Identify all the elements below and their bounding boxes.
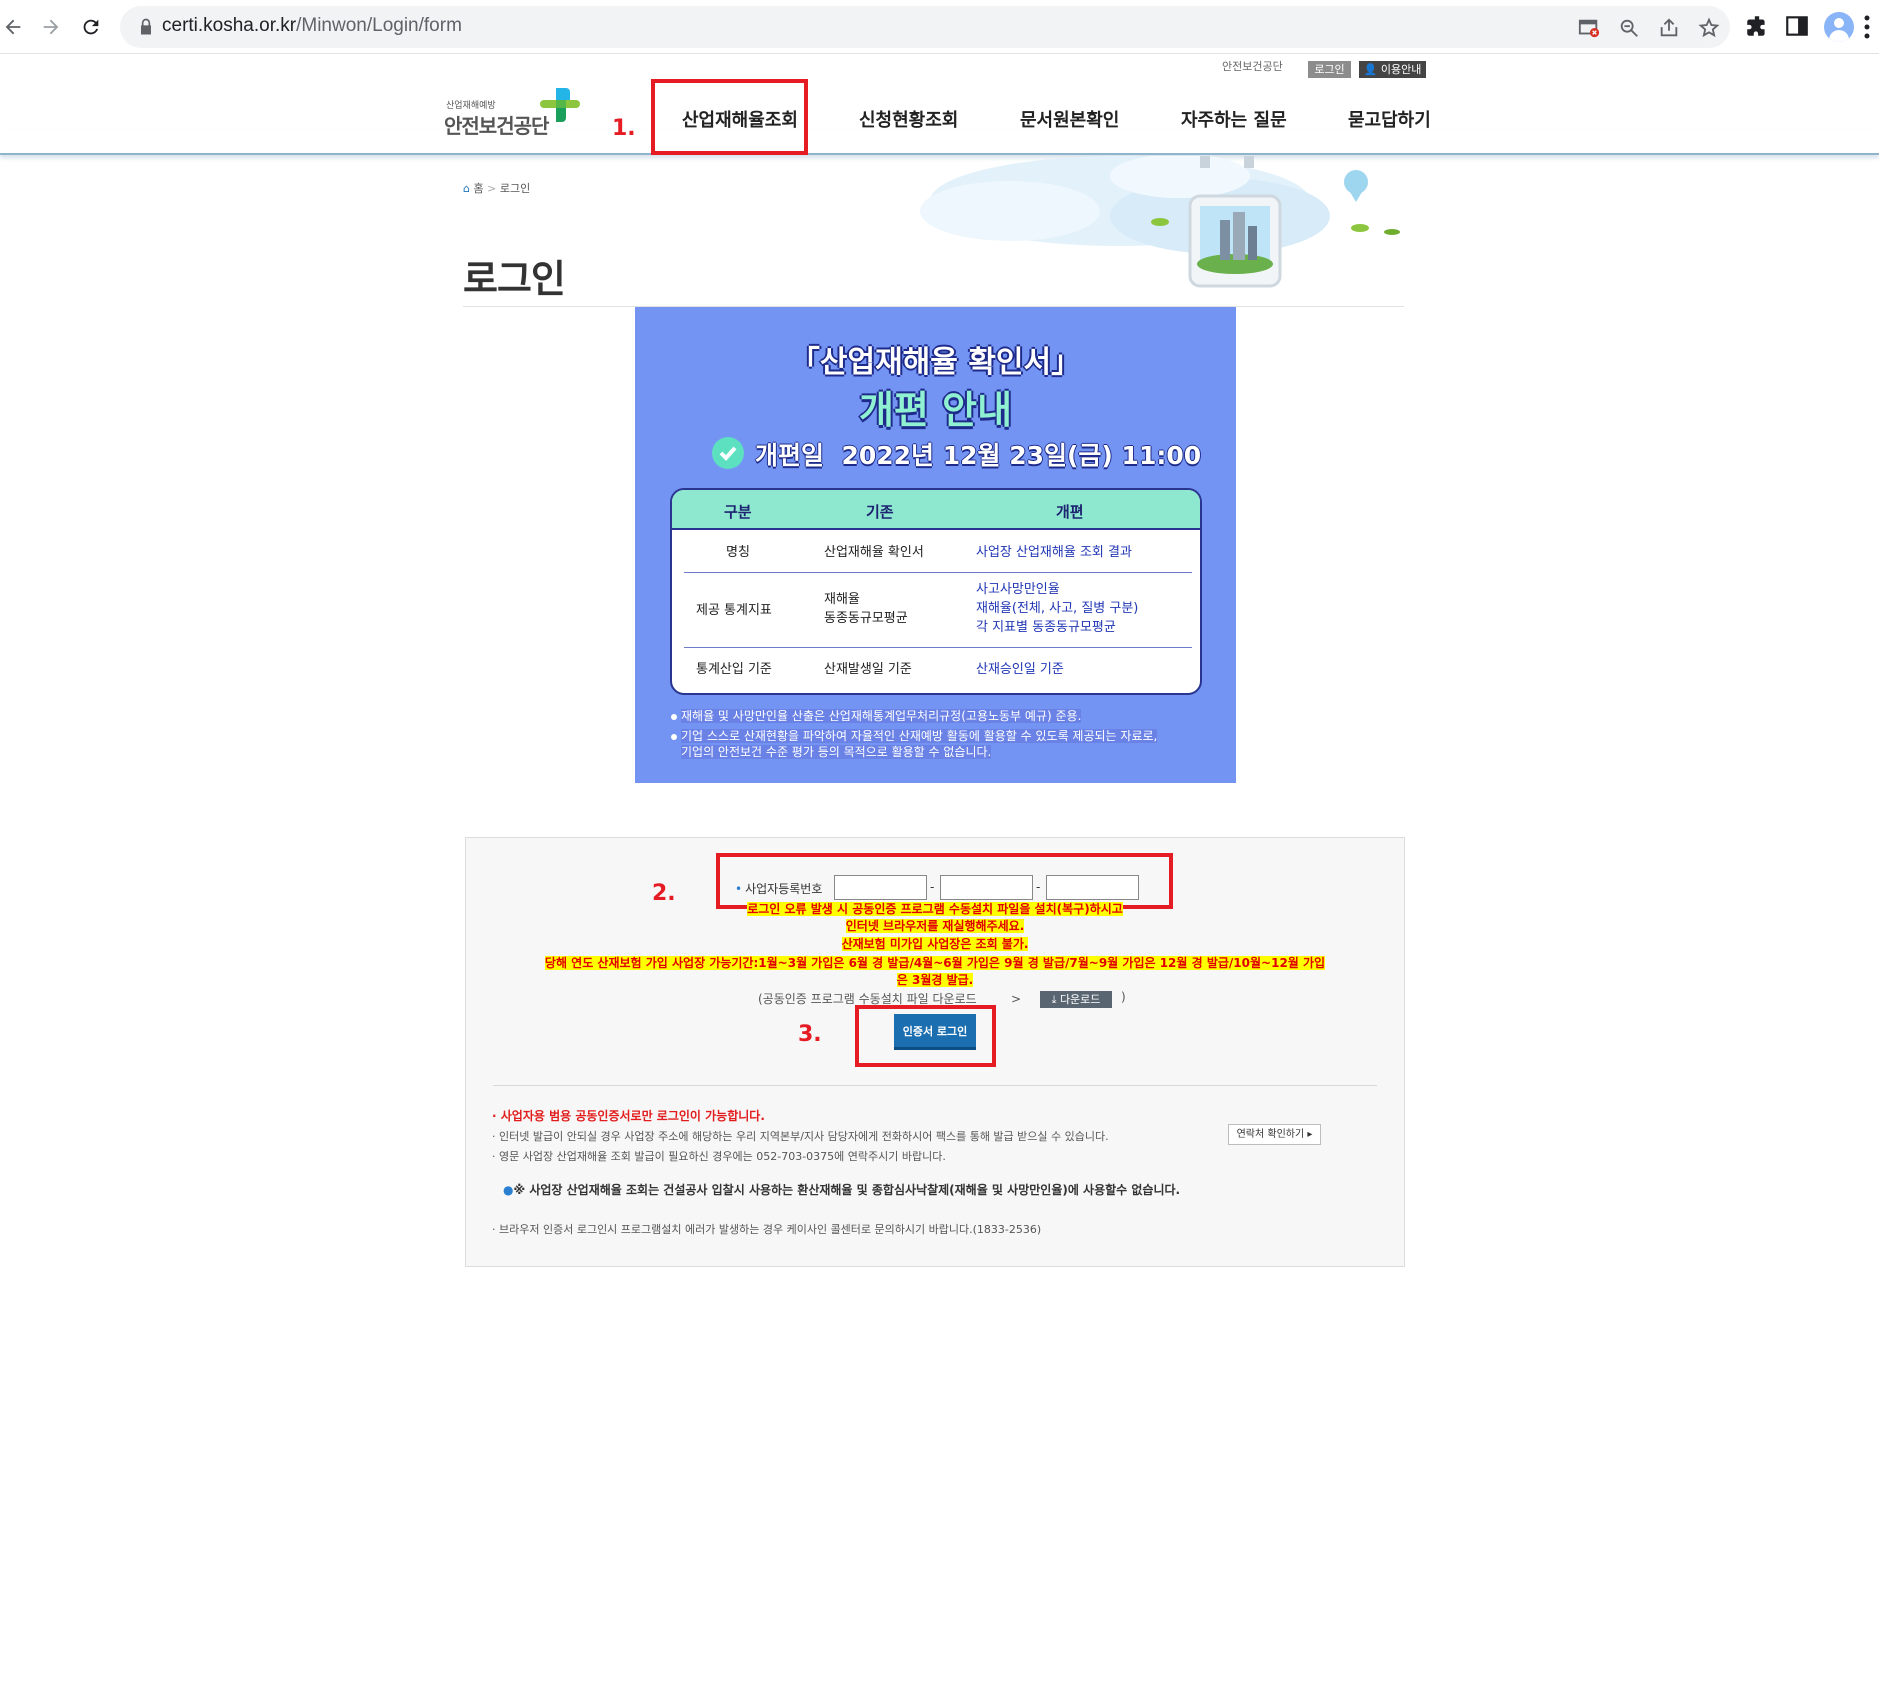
row1-previous: 산업재해율 확인서: [824, 545, 924, 560]
breadcrumb-separator: >: [487, 182, 497, 195]
annotation-box-1: [651, 79, 808, 155]
business-number-part1-input[interactable]: [834, 875, 927, 900]
nav-faq[interactable]: 자주하는 질문: [1181, 106, 1287, 132]
forward-icon[interactable]: [38, 14, 64, 40]
warning-text-4: 당해 연도 산재보험 가입 사업장 가능기간:1월~3월 가입은 6월 경 발급…: [544, 956, 1326, 970]
business-number-part3-input[interactable]: [1046, 875, 1139, 900]
header-login-button[interactable]: 로그인: [1308, 61, 1351, 78]
notice-construction-bid: ●※ 사업장 산업재해율 조회는 건설공사 입찰시 사용하는 환산재해율 및 종…: [503, 1183, 1181, 1197]
nav-document-verify[interactable]: 문서원본확인: [1020, 106, 1119, 132]
row-divider: [684, 647, 1192, 648]
th-reformed: 개편: [1056, 503, 1084, 521]
guide-label: 이용안내: [1380, 63, 1422, 76]
login-panel-divider: [493, 1085, 1377, 1086]
header-illustration: [920, 156, 1400, 288]
row2-category: 제공 통계지표: [696, 603, 772, 618]
url-text[interactable]: certi.kosha.or.kr/Minwon/Login/form: [162, 15, 462, 37]
info-line-callcenter: · 브라우저 인증서 로그인시 프로그램설치 에러가 발생하는 경우 케이사인 …: [492, 1223, 1042, 1236]
extensions-icon[interactable]: [1744, 13, 1770, 39]
download-button[interactable]: ⤓ 다운로드: [1040, 991, 1112, 1008]
row3-category: 통계산입 기준: [696, 662, 772, 677]
share-icon[interactable]: [1658, 17, 1680, 39]
certificate-login-button[interactable]: 인증서 로그인: [894, 1014, 976, 1050]
banner-date: 개편일 2022년 12월 23일(금) 11:00: [755, 436, 1201, 472]
row2-previous: 재해율 동종동규모평균: [824, 592, 908, 626]
banner-date-label: 개편일: [755, 441, 825, 470]
home-icon[interactable]: ⌂: [463, 182, 470, 195]
row3-reformed: 산재승인일 기준: [976, 662, 1064, 677]
banner-note-1: 재해율 및 사망만인율 산출은 산업재해통계업무처리규정(고용노동부 예규) 준…: [671, 708, 1082, 724]
banner-note-2: 기업 스스로 산재현황을 파악하여 자율적인 산재예방 활동에 활용할 수 있도…: [671, 728, 1158, 760]
download-label: 다운로드: [1059, 993, 1101, 1006]
reform-table-header: 구분 기존 개편: [672, 490, 1200, 530]
reform-table: 구분 기존 개편 명칭 산업재해율 확인서 사업장 산업재해율 조회 결과 제공…: [670, 488, 1202, 695]
info-line-english: · 영문 사업장 산업재해율 조회 발급이 필요하신 경우에는 052-703-…: [492, 1150, 946, 1163]
side-panel-icon[interactable]: [1784, 13, 1810, 39]
profile-avatar[interactable]: [1824, 12, 1854, 42]
nav-qna[interactable]: 묻고답하기: [1348, 106, 1431, 132]
row1-category: 명칭: [726, 545, 750, 560]
contact-label: 연락처 확인하기: [1236, 1129, 1305, 1140]
warning-text-3: 산재보험 미가입 사업장은 조회 불가.: [841, 937, 1029, 951]
zoom-icon[interactable]: [1618, 17, 1640, 39]
logo-cross-icon: [540, 88, 580, 122]
gnb-underline: [0, 130, 1879, 155]
banner-date-value: 2022년 12월 23일(금) 11:00: [841, 441, 1202, 470]
business-number-dash: -: [930, 880, 935, 894]
address-bar[interactable]: certi.kosha.or.kr/Minwon/Login/form: [120, 6, 1730, 48]
contact-check-button[interactable]: 연락처 확인하기 ▸: [1228, 1124, 1321, 1145]
banner-subtitle: 개편 안내: [858, 388, 1013, 432]
reload-icon[interactable]: [78, 14, 104, 40]
th-previous: 기존: [866, 503, 894, 521]
th-category: 구분: [724, 503, 752, 521]
breadcrumb-current: 로그인: [499, 182, 531, 195]
row2-reformed: 사고사망만인율 재해율(전체, 사고, 질병 구분) 각 지표별 동종동규모평균: [976, 582, 1139, 635]
popup-blocked-icon[interactable]: [1578, 17, 1600, 39]
warning-text-2: 인터넷 브라우저를 재실행해주세요.: [845, 919, 1025, 933]
page-title: 로그인: [463, 257, 566, 301]
annotation-label-3: 3.: [798, 1022, 822, 1047]
browser-toolbar: certi.kosha.or.kr/Minwon/Login/form: [0, 0, 1879, 54]
back-icon[interactable]: [0, 14, 26, 40]
banner-title: 「산업재해율 확인서」: [789, 345, 1082, 380]
menu-kebab-icon[interactable]: [1864, 14, 1870, 40]
row1-reformed: 사업장 산업재해율 조회 결과: [976, 545, 1132, 560]
info-line-corporate-cert: · 사업자용 범용 공동인증서로만 로그인이 가능합니다.: [492, 1109, 765, 1123]
row-divider: [684, 572, 1192, 573]
business-number-part2-input[interactable]: [940, 875, 1033, 900]
annotation-label-1: 1.: [612, 116, 636, 141]
breadcrumb-home[interactable]: 홈: [473, 182, 483, 195]
warning-text-5: 은 3월경 발급.: [896, 973, 974, 987]
lock-icon[interactable]: [136, 17, 156, 37]
top-link-kosha[interactable]: 안전보건공단: [1222, 58, 1283, 74]
business-number-dash: -: [1036, 880, 1041, 894]
warning-text-1: 로그인 오류 발생 시 공동인증 프로그램 수동설치 파일을 설치(복구)하시고: [747, 902, 1123, 916]
reform-notice-banner: 「산업재해율 확인서」 개편 안내 개편일 2022년 12월 23일(금) 1…: [635, 307, 1236, 783]
breadcrumb: ⌂ 홈 > 로그인: [463, 180, 530, 196]
nav-application-status[interactable]: 신청현황조회: [859, 106, 958, 132]
check-icon: [712, 437, 744, 469]
manual-install-close-paren: ): [1121, 990, 1126, 1004]
bookmark-star-icon[interactable]: [1698, 17, 1720, 39]
header-guide-button[interactable]: 👤 이용안내: [1359, 61, 1426, 78]
row3-previous: 산재발생일 기준: [824, 662, 912, 677]
business-number-label: • 사업자등록번호: [735, 882, 823, 896]
info-line-fax: · 인터넷 발급이 안되실 경우 사업장 주소에 해당하는 우리 지역본부/지사…: [492, 1130, 1109, 1143]
site-logo[interactable]: 산업재해예방 안전보건공단: [444, 84, 584, 138]
